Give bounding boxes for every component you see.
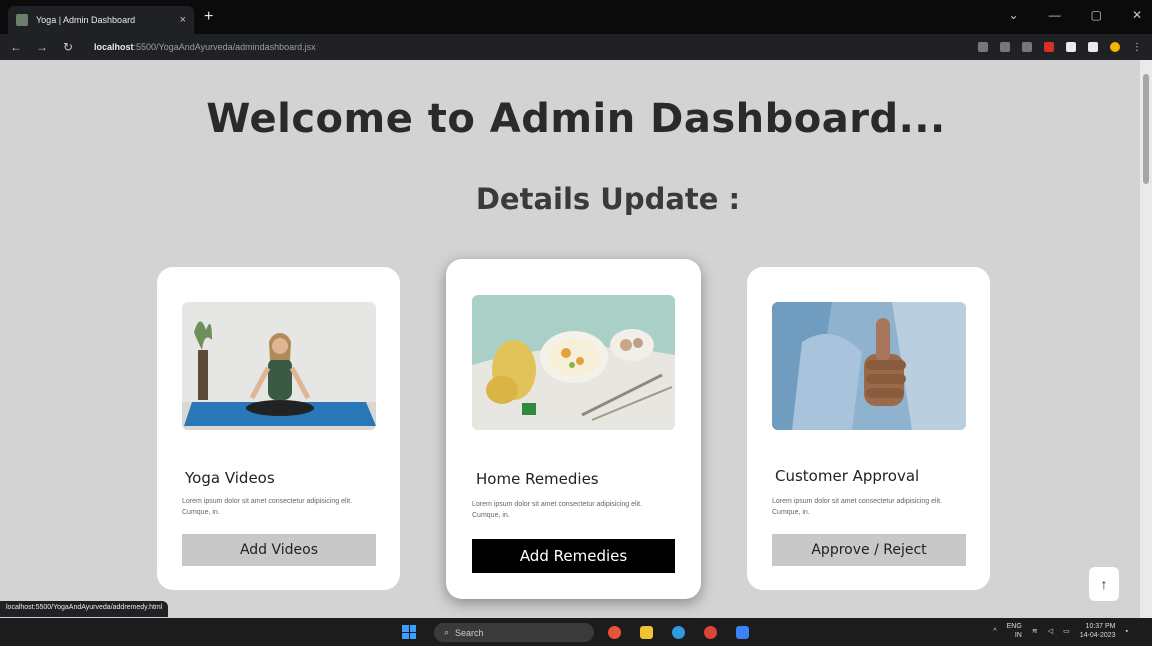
scrollbar-thumb[interactable] (1143, 74, 1149, 184)
language-region: IN (1014, 632, 1022, 639)
card-description: Lorem ipsum dolor sit amet consectetur a… (182, 498, 353, 516)
extension-icons: ⋮ (978, 42, 1142, 53)
card-home-remedies: Home Remedies Lorem ipsum dolor sit amet… (446, 259, 701, 599)
language-code: ENG (1006, 623, 1022, 630)
forward-icon[interactable]: → (36, 40, 48, 54)
profile-avatar[interactable] (1110, 42, 1120, 52)
back-icon[interactable]: ← (10, 40, 22, 54)
notification-icon[interactable]: ▪ (1126, 628, 1128, 635)
card-title: Customer Approval (775, 467, 920, 485)
page-scrollbar[interactable] (1140, 60, 1152, 618)
file-explorer-icon[interactable] (640, 626, 653, 639)
card-title: Yoga Videos (185, 469, 275, 487)
zoom-icon[interactable] (978, 42, 988, 52)
vscode-icon[interactable] (736, 626, 749, 639)
maximize-button[interactable]: ▢ (1091, 8, 1102, 22)
chrome-icon[interactable] (704, 626, 717, 639)
taskbar: ⌕ Search ^ ENG IN ≋ ◁ ▭ 10:37 PM 14-04-2… (0, 618, 1152, 646)
thumbs-up-image (772, 302, 966, 430)
close-window-button[interactable]: ✕ (1132, 8, 1142, 22)
card-description: Lorem ipsum dolor sit amet consectetur a… (772, 498, 943, 516)
yoga-meditation-image (182, 302, 376, 430)
card-customer-approval: Customer Approval Lorem ipsum dolor sit … (747, 267, 990, 590)
section-subtitle: Details Update : (475, 182, 741, 216)
tab-search-icon[interactable]: ⌄ (1009, 8, 1019, 22)
system-tray: ^ ENG IN ≋ ◁ ▭ 10:37 PM 14-04-2023 ▪ (993, 622, 1128, 640)
edge-browser-icon[interactable] (672, 626, 685, 639)
card-title: Home Remedies (476, 470, 599, 488)
page-content: Welcome to Admin Dashboard... Details Up… (0, 60, 1140, 618)
extension-icon[interactable] (1044, 42, 1054, 52)
url-path: :5500/YogaAndAyurveda/admindashboard.jsx (133, 42, 316, 52)
clock[interactable]: 10:37 PM 14-04-2023 (1080, 622, 1116, 640)
card-description: Lorem ipsum dolor sit amet consectetur a… (472, 501, 643, 519)
add-remedies-button[interactable]: Add Remedies (472, 539, 675, 573)
battery-icon[interactable]: ▭ (1063, 627, 1070, 635)
chevron-up-icon[interactable]: ^ (993, 628, 996, 635)
favicon-icon (16, 14, 28, 26)
card-yoga-videos: Yoga Videos Lorem ipsum dolor sit amet c… (157, 267, 400, 590)
search-icon: ⌕ (444, 627, 450, 637)
wifi-icon[interactable]: ≋ (1032, 627, 1038, 635)
windows-start-icon[interactable] (402, 625, 416, 639)
new-tab-button[interactable]: + (204, 8, 213, 26)
back-to-top-button[interactable]: ↑ (1089, 567, 1119, 601)
volume-icon[interactable]: ◁ (1048, 627, 1053, 635)
minimize-button[interactable]: — (1049, 8, 1061, 22)
window-controls: ⌄ — ▢ ✕ (1009, 8, 1142, 22)
app-icon[interactable] (608, 626, 621, 639)
bookmark-star-icon[interactable] (1022, 42, 1032, 52)
reload-icon[interactable]: ↻ (62, 40, 74, 54)
share-icon[interactable] (1000, 42, 1010, 52)
page-title: Welcome to Admin Dashboard... (206, 96, 946, 142)
url-field[interactable]: localhost:5500/YogaAndAyurveda/admindash… (94, 42, 316, 52)
approve-reject-button[interactable]: Approve / Reject (772, 534, 966, 566)
tab-title: Yoga | Admin Dashboard (36, 15, 136, 25)
search-placeholder: Search (455, 627, 484, 638)
add-videos-button[interactable]: Add Videos (182, 534, 376, 566)
language-indicator[interactable]: ENG IN (1007, 622, 1022, 640)
close-tab-icon[interactable]: × (180, 14, 186, 26)
browser-tabbar: Yoga | Admin Dashboard × + ⌄ — ▢ ✕ (0, 0, 1152, 34)
puzzle-icon[interactable] (1066, 42, 1076, 52)
status-link-preview: localhost:5500/YogaAndAyurveda/addremedy… (0, 601, 169, 617)
clock-time: 10:37 PM (1085, 623, 1116, 630)
menu-kebab-icon[interactable]: ⋮ (1132, 42, 1142, 53)
sidepanel-icon[interactable] (1088, 42, 1098, 52)
clock-date: 14-04-2023 (1079, 632, 1116, 639)
browser-tab[interactable]: Yoga | Admin Dashboard × (8, 6, 194, 34)
taskbar-search[interactable]: ⌕ Search (434, 623, 594, 642)
address-bar: ← → ↻ localhost:5500/YogaAndAyurveda/adm… (0, 34, 1152, 60)
home-remedies-image (472, 295, 675, 430)
url-host: localhost (94, 42, 134, 52)
